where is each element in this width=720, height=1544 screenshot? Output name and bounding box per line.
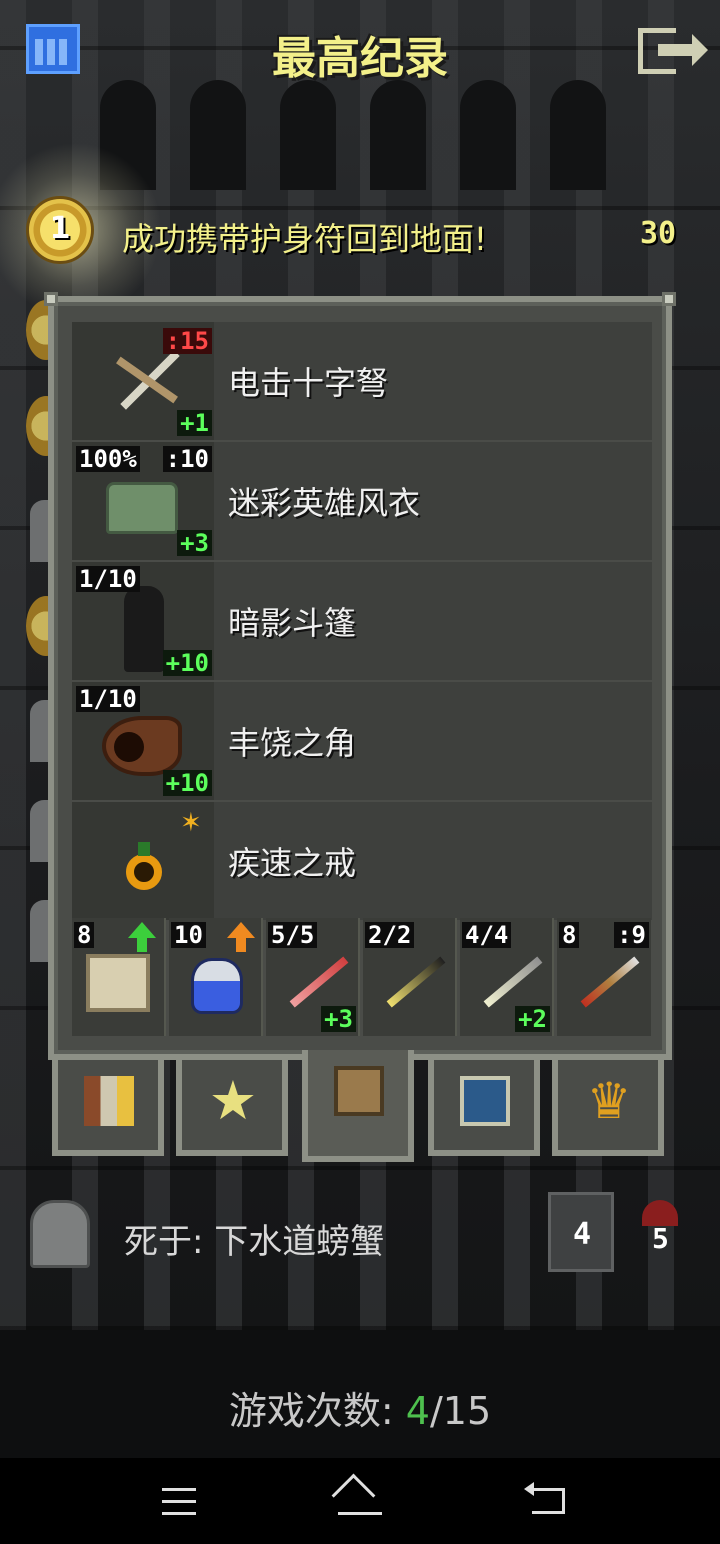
item-slot[interactable]: 1/10 +10 — [72, 682, 214, 800]
depth-value: 4 — [573, 1217, 592, 1252]
quickslot-count: 5/5 — [268, 922, 318, 948]
wand-icon — [289, 956, 349, 1008]
quickslot-count: 8 — [74, 922, 95, 948]
amulet-medal-icon: 1 — [26, 196, 94, 264]
panel-corner — [44, 292, 58, 306]
armor-icon — [106, 482, 178, 534]
tab-badges[interactable]: ★ — [176, 1060, 288, 1156]
grave-icon — [30, 1200, 90, 1268]
item-upgrade-tag: +3 — [177, 530, 212, 556]
system-nav-bar — [0, 1458, 720, 1544]
back-button[interactable] — [518, 1478, 578, 1524]
item-slot[interactable]: 100% :10 +3 — [72, 442, 214, 560]
menu-button[interactable] — [150, 1478, 210, 1524]
quickslot-bonus: +3 — [321, 1006, 356, 1032]
quickslot[interactable]: 10 — [169, 918, 263, 1036]
record-score: 30 — [640, 216, 677, 251]
cloak-icon — [124, 586, 164, 672]
death-cause[interactable]: 死于: 下水道螃蟹 — [124, 1214, 384, 1263]
item-slot[interactable]: ✶ — [72, 802, 214, 920]
quickslot-extra: :9 — [614, 922, 649, 948]
quickslot[interactable]: 5/5 +3 — [266, 918, 360, 1036]
record-description[interactable]: 成功携带护身符回到地面! — [122, 214, 487, 260]
item-upgrade-tag: +10 — [162, 650, 212, 676]
tab-trophies[interactable]: ♛ — [552, 1060, 664, 1156]
ring-icon — [126, 842, 162, 890]
page-title: 最高纪录 — [272, 33, 448, 84]
item-row[interactable]: 1/10 +10 暗影斗篷 — [72, 562, 652, 680]
wand-icon — [386, 956, 446, 1008]
quickslot-bar: 8 10 5/5 +3 2/2 4/4 +2 8 :9 — [72, 918, 652, 1036]
level-value: 5 — [652, 1222, 669, 1255]
quickslot-count: 10 — [171, 922, 206, 948]
scroll-icon — [86, 954, 150, 1012]
item-name: 疾速之戒 — [228, 844, 357, 882]
depth-indicator: 4 — [548, 1192, 614, 1272]
item-penalty-tag: :15 — [162, 328, 212, 354]
shield-icon — [460, 1076, 510, 1126]
quickslot-count: 2/2 — [365, 922, 415, 948]
trophy-icon: ♛ — [586, 1072, 632, 1130]
inventory-panel: :15 +1 电击十字弩 100% :10 +3 迷彩英雄风衣 1/10 +10… — [44, 292, 676, 1060]
arrow-up-icon — [227, 922, 255, 952]
arrow-up-icon — [128, 922, 156, 952]
crossbow-icon — [106, 346, 184, 416]
horn-icon — [102, 716, 182, 776]
quickslot[interactable]: 8 :9 — [557, 918, 651, 1036]
home-button[interactable] — [330, 1478, 390, 1524]
item-name: 电击十字弩 — [228, 364, 389, 402]
games-label: 游戏次数: — [228, 1389, 394, 1433]
exit-arrow-icon — [658, 34, 708, 66]
quickslot-bonus: +2 — [515, 1006, 550, 1032]
item-slot[interactable]: :15 +1 — [72, 322, 214, 440]
item-charge-tag: 1/10 — [76, 686, 140, 712]
games-total: /15 — [429, 1389, 492, 1433]
item-slot[interactable]: 1/10 +10 — [72, 562, 214, 680]
quickslot[interactable]: 8 — [72, 918, 166, 1036]
item-row[interactable]: 100% :10 +3 迷彩英雄风衣 — [72, 442, 652, 560]
level-indicator: 5 — [640, 1200, 680, 1270]
potion-icon — [191, 958, 243, 1014]
item-durability-tag: 100% — [76, 446, 140, 472]
wand-icon — [483, 956, 543, 1008]
tab-stats[interactable] — [428, 1060, 540, 1156]
item-upgrade-tag: +10 — [162, 770, 212, 796]
item-row[interactable]: 1/10 +10 丰饶之角 — [72, 682, 652, 800]
tab-bar: ★ ♛ — [52, 1050, 672, 1170]
quickslot[interactable]: 2/2 — [363, 918, 457, 1036]
item-strength-tag: :10 — [162, 446, 212, 472]
record-rank: 1 — [49, 211, 71, 246]
ranking-icon — [84, 1076, 134, 1126]
item-name: 丰饶之角 — [228, 724, 357, 762]
item-name: 迷彩英雄风衣 — [228, 484, 421, 522]
tab-backpack[interactable] — [302, 1050, 414, 1162]
exit-button[interactable] — [638, 28, 708, 74]
quickslot-count: 4/4 — [462, 922, 512, 948]
games-counter: 游戏次数: 4/15 — [0, 1380, 720, 1435]
item-upgrade-tag: +1 — [177, 410, 212, 436]
games-current: 4 — [405, 1389, 430, 1433]
tab-ranking[interactable] — [52, 1060, 164, 1156]
item-charge-tag: 1/10 — [76, 566, 140, 592]
panel-corner — [662, 292, 676, 306]
quickslot[interactable]: 4/4 +2 — [460, 918, 554, 1036]
backpack-icon — [334, 1066, 384, 1116]
item-row[interactable]: ✶ 疾速之戒 — [72, 802, 652, 920]
quickslot-count: 8 — [559, 922, 580, 948]
item-row[interactable]: :15 +1 电击十字弩 — [72, 322, 652, 440]
speed-icon: ✶ — [180, 808, 202, 838]
dart-icon — [580, 956, 640, 1008]
star-icon: ★ — [208, 1069, 258, 1132]
item-name: 暗影斗篷 — [228, 604, 357, 642]
